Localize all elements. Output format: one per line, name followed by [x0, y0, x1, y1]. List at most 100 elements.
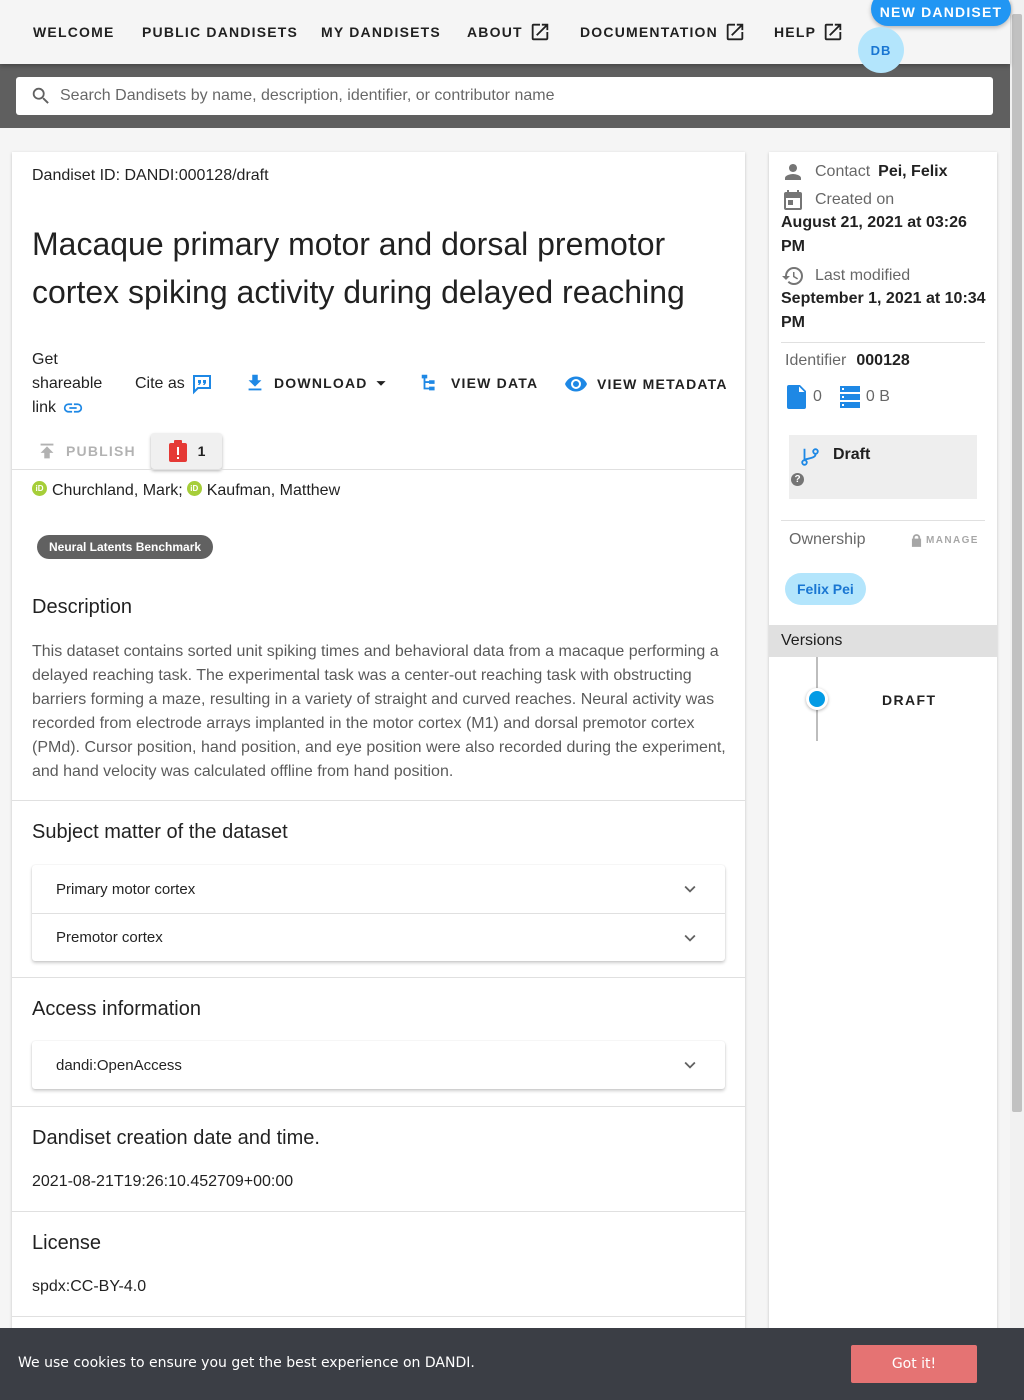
view-data-button[interactable]: VIEW DATA	[419, 372, 538, 394]
divider	[781, 520, 985, 521]
divider	[781, 342, 985, 343]
nav-welcome[interactable]: WELCOME	[33, 20, 115, 44]
modified-label: Last modified	[815, 267, 911, 284]
subject-heading: Subject matter of the dataset	[32, 821, 288, 843]
created-row: Created on	[781, 188, 894, 212]
subject-label: Primary motor cortex	[56, 880, 196, 898]
version-status-box: Draft ?	[789, 435, 977, 499]
download-label: DOWNLOAD	[274, 375, 368, 391]
external-link-icon	[824, 23, 842, 41]
publish-label: PUBLISH	[66, 443, 136, 459]
contributor-name: Churchland, Mark;	[52, 482, 183, 499]
divider	[12, 469, 745, 470]
access-label: dandi:OpenAccess	[56, 1056, 182, 1074]
error-count: 1	[197, 443, 206, 459]
dandiset-title: Macaque primary motor and dorsal premoto…	[32, 226, 685, 310]
eye-icon	[565, 376, 587, 392]
user-avatar[interactable]: DB	[858, 27, 904, 73]
link-icon	[64, 403, 83, 413]
publish-icon	[40, 443, 54, 459]
view-metadata-label: VIEW METADATA	[597, 376, 728, 392]
branch-icon	[801, 448, 819, 466]
stats-row: 0 0 B	[787, 385, 890, 409]
caret-down-icon	[376, 381, 386, 386]
nav-help[interactable]: HELP	[774, 20, 844, 44]
license-value: spdx:CC-BY-4.0	[32, 1278, 147, 1295]
view-data-label: VIEW DATA	[451, 375, 539, 391]
external-link-icon	[531, 23, 549, 41]
identifier-value: 000128	[856, 352, 910, 369]
created-value: August 21, 2021 at 03:26 PM	[781, 214, 967, 255]
identifier-label: Identifier	[785, 352, 847, 369]
total-size: 0 B	[865, 388, 890, 405]
modified-value: September 1, 2021 at 10:34 PM	[781, 290, 986, 331]
nav-about[interactable]: ABOUT	[467, 20, 551, 44]
timeline-dot	[806, 688, 828, 710]
chevron-down-icon	[684, 1061, 696, 1069]
chevron-down-icon	[684, 934, 696, 942]
contact-row: Contact Pei, Felix	[781, 160, 948, 184]
cookie-accept-button[interactable]: Got it!	[851, 1345, 977, 1383]
owner-chip[interactable]: Felix Pei	[785, 573, 866, 605]
search-band	[0, 64, 1010, 128]
contributor-name: Kaufman, Matthew	[206, 482, 341, 499]
view-metadata-button[interactable]: VIEW METADATA	[564, 372, 728, 396]
file-count: 0	[813, 388, 822, 405]
keyword-chip: Neural Latents Benchmark	[37, 535, 214, 559]
divider	[12, 1316, 745, 1317]
external-link-icon	[726, 23, 744, 41]
search-box	[16, 77, 993, 115]
quote-icon	[192, 375, 211, 395]
contact-value[interactable]: Pei, Felix	[878, 163, 947, 181]
access-item[interactable]: dandi:OpenAccess	[32, 1041, 725, 1089]
cookie-message: We use cookies to ensure you get the bes…	[18, 1355, 475, 1371]
manage-button[interactable]: MANAGE	[911, 534, 979, 547]
description-text: This dataset contains sorted unit spikin…	[32, 643, 726, 780]
subject-item[interactable]: Premotor cortex	[32, 913, 725, 961]
subject-item[interactable]: Primary motor cortex	[32, 865, 725, 913]
nav-public-dandisets[interactable]: PUBLIC DANDISETS	[142, 20, 298, 44]
divider	[12, 1106, 745, 1107]
lock-icon	[911, 534, 922, 547]
versions-header: Versions	[769, 625, 997, 657]
dandiset-main-card: Dandiset ID: DANDI:000128/draft Macaque …	[12, 152, 745, 1400]
new-dandiset-button[interactable]: NEW DANDISET	[871, 0, 1011, 26]
contact-label: Contact	[815, 163, 871, 180]
subject-label: Premotor cortex	[56, 929, 163, 946]
description-heading: Description	[32, 596, 133, 618]
download-icon	[248, 374, 262, 391]
history-icon	[782, 267, 803, 285]
nav-about-label: ABOUT	[467, 24, 523, 40]
orcid-icon[interactable]: iD	[186, 480, 202, 496]
orcid-icon[interactable]: iD	[32, 480, 47, 496]
ownership-label: Ownership	[789, 531, 866, 548]
subject-panel: Primary motor cortex Premotor cortex	[32, 865, 725, 961]
download-button[interactable]: DOWNLOAD	[244, 372, 392, 394]
alert-clipboard-icon	[168, 440, 187, 462]
access-panel: dandi:OpenAccess	[32, 1041, 725, 1089]
nav-help-label: HELP	[774, 24, 817, 40]
validation-errors-button[interactable]: 1	[151, 433, 222, 469]
cookie-banner: We use cookies to ensure you get the bes…	[0, 1328, 1024, 1400]
cite-label: Cite as	[135, 375, 185, 392]
nav-documentation-label: DOCUMENTATION	[580, 24, 718, 40]
help-icon[interactable]: ?	[791, 473, 804, 486]
version-draft-button[interactable]: DRAFT	[882, 692, 936, 708]
file-icon	[787, 385, 806, 409]
storage-icon	[839, 386, 860, 408]
cite-as-button[interactable]: Cite as	[135, 372, 214, 396]
nav-my-dandisets[interactable]: MY DANDISETS	[321, 20, 441, 44]
modified-row: Last modified	[781, 264, 910, 288]
publish-button[interactable]: PUBLISH	[36, 440, 136, 462]
scrollbar-thumb[interactable]	[1012, 14, 1022, 1112]
file-tree-icon	[421, 374, 435, 391]
divider	[12, 977, 745, 978]
draft-label: Draft	[833, 446, 871, 463]
search-input[interactable]	[60, 87, 960, 105]
divider	[12, 1211, 745, 1212]
get-shareable-link-button[interactable]: Get shareable link	[32, 348, 112, 420]
manage-label: MANAGE	[926, 535, 979, 546]
dandiset-side-card: Contact Pei, Felix Created on August 21,…	[769, 152, 997, 1400]
dandiset-id: Dandiset ID: DANDI:000128/draft	[32, 167, 269, 184]
nav-documentation[interactable]: DOCUMENTATION	[580, 20, 746, 44]
